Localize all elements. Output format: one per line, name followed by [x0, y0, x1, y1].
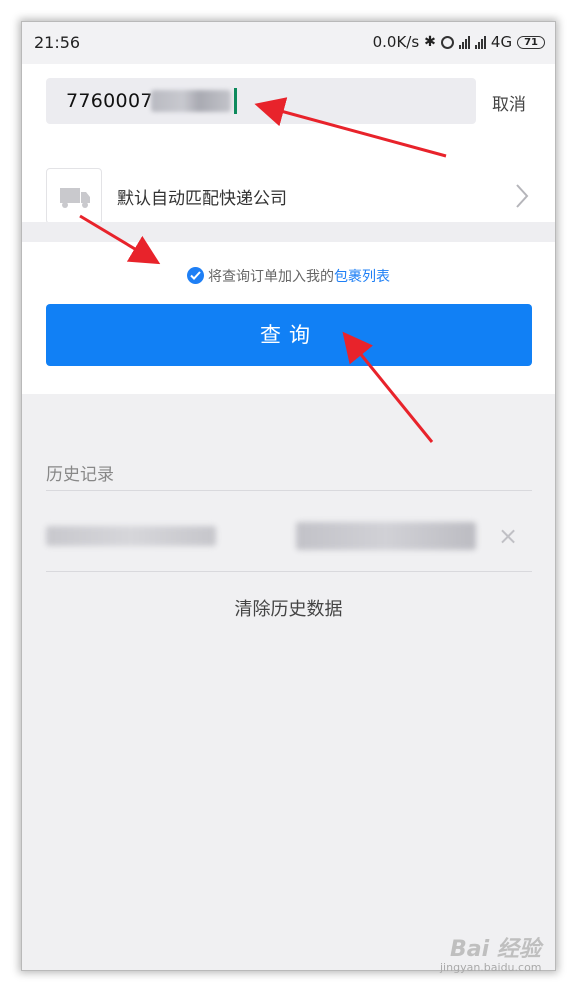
network-speed: 0.0K/s — [372, 33, 420, 51]
search-section: 7760007 取消 默认自动匹配快递公司 — [22, 64, 555, 244]
status-bar: 21:56 0.0K/s ✱ 4G 71 — [22, 22, 555, 64]
history-item[interactable]: × — [46, 518, 532, 558]
redacted-text — [151, 90, 231, 112]
tracking-number-input[interactable]: 7760007 — [46, 78, 476, 124]
signal-icon-2 — [474, 35, 486, 49]
signal-icon — [458, 35, 470, 49]
watermark-brand: Bai 经验 — [450, 937, 541, 962]
alarm-icon — [440, 35, 454, 49]
history-title: 历史记录 — [46, 465, 114, 485]
phone-screen: 21:56 0.0K/s ✱ 4G 71 7760007 取消 默认自动匹配快递… — [22, 22, 555, 970]
redacted-tracking-number — [46, 526, 216, 546]
network-type: 4G — [490, 33, 513, 51]
redacted-company-name — [296, 522, 476, 550]
divider — [46, 571, 532, 572]
close-icon[interactable]: × — [496, 522, 520, 550]
watermark-url: jingyan.baidu.com — [440, 961, 542, 974]
clear-history-button[interactable]: 清除历史数据 — [22, 595, 555, 621]
courier-company-name: 默认自动匹配快递公司 — [117, 189, 287, 209]
divider — [46, 490, 532, 491]
section-divider — [22, 222, 555, 242]
bluetooth-icon: ✱ — [424, 34, 436, 50]
truck-icon — [46, 168, 102, 224]
battery-icon: 71 — [517, 35, 545, 49]
status-icons: 0.0K/s ✱ 4G 71 — [373, 33, 545, 51]
tracking-number-value: 7760007 — [66, 90, 153, 112]
checkmark-icon[interactable] — [187, 267, 204, 284]
text-cursor — [234, 88, 237, 114]
watermark: Bai 经验 jingyan.baidu.com — [430, 927, 560, 985]
status-time: 21:56 — [34, 33, 81, 52]
query-section: 将查询订单加入我的包裹列表 查询 — [22, 244, 555, 394]
query-button[interactable]: 查询 — [46, 304, 532, 366]
chevron-right-icon — [516, 184, 529, 208]
cancel-button[interactable]: 取消 — [492, 90, 526, 115]
add-to-list-text: 将查询订单加入我的 — [208, 269, 334, 285]
add-to-package-list-option[interactable]: 将查询订单加入我的包裹列表 — [22, 266, 555, 286]
package-list-link[interactable]: 包裹列表 — [334, 269, 390, 285]
